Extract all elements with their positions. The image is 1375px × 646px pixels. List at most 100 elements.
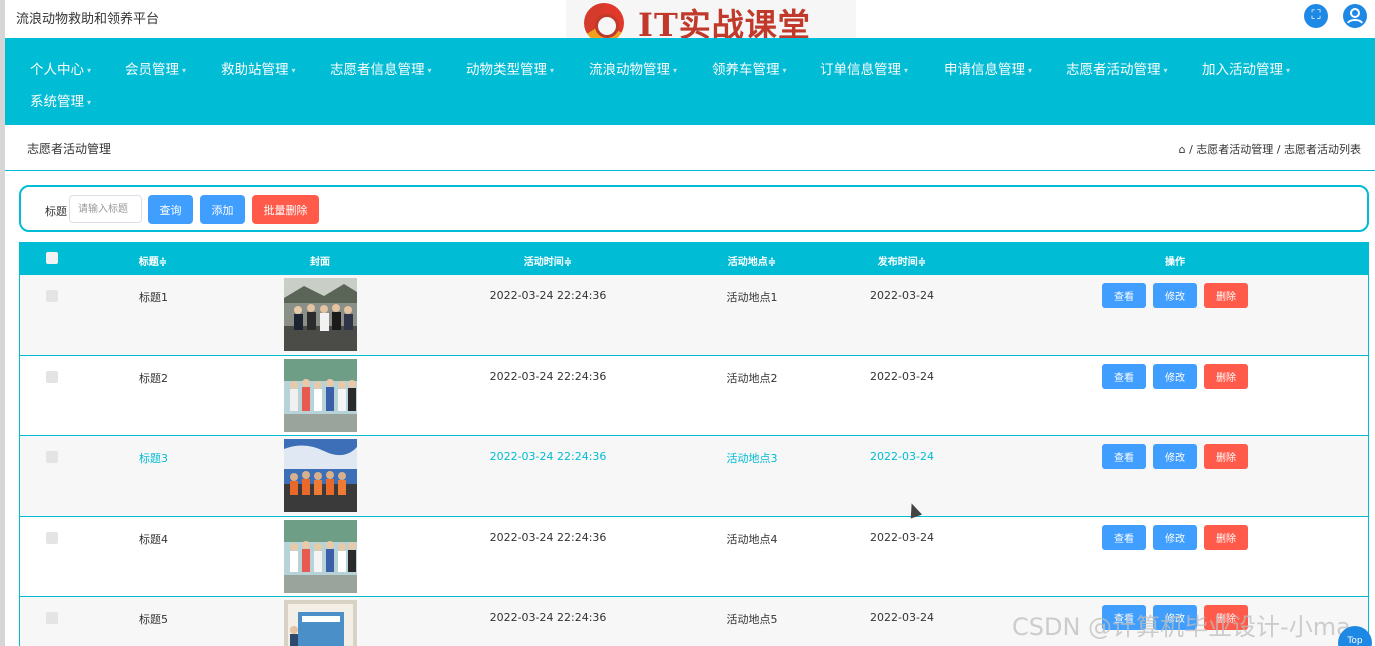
nav-item-stray-animal[interactable]: 流浪动物管理 ▾ xyxy=(589,58,677,78)
row-activity-time: 2022-03-24 22:24:36 xyxy=(489,450,607,463)
row-activity-place: 活动地点1 xyxy=(726,291,778,304)
chevron-down-icon: ▾ xyxy=(1028,65,1033,75)
row-publish-time: 2022-03-24 xyxy=(870,530,934,544)
activity-table: 标题≑ 封面 活动时间≑ 活动地点≑ 发布时间≑ 操作 标题1 2022-03-… xyxy=(19,242,1369,646)
nav-item-adoption-cart[interactable]: 领养车管理 ▾ xyxy=(712,58,787,78)
batch-delete-button[interactable]: 批量删除 xyxy=(252,195,319,224)
table-row: 标题4 2022-03-24 22:24:36 活动地点4 2022-03-24… xyxy=(20,516,1368,597)
header-publish[interactable]: 发布时间≑ xyxy=(878,253,926,268)
edit-button[interactable]: 修改 xyxy=(1153,363,1197,389)
table-header: 标题≑ 封面 活动时间≑ 活动地点≑ 发布时间≑ 操作 xyxy=(20,242,1368,275)
delete-button[interactable]: 删除 xyxy=(1204,524,1248,550)
table-row: 标题2 2022-03-24 22:24:36 活动地点2 2022-03-24… xyxy=(20,355,1368,436)
search-panel: 标题 查询 添加 批量删除 xyxy=(19,185,1369,232)
edit-button[interactable]: 修改 xyxy=(1153,283,1197,308)
cover-image xyxy=(284,278,357,351)
nav-item-personal-center[interactable]: 个人中心 ▾ xyxy=(30,58,91,78)
header-cover: 封面 xyxy=(310,257,330,268)
cover-image xyxy=(284,519,357,593)
row-title: 标题5 xyxy=(139,613,168,626)
csdn-watermark: CSDN @计算机毕业设计-小ma xyxy=(1012,613,1351,641)
nav-item-label: 救助站管理 xyxy=(221,62,289,78)
nav-item-member[interactable]: 会员管理 ▾ xyxy=(125,58,186,78)
chevron-down-icon: ▾ xyxy=(1163,65,1168,75)
row-checkbox[interactable] xyxy=(46,531,58,544)
add-button[interactable]: 添加 xyxy=(200,195,245,224)
breadcrumb-bar: 志愿者活动管理 ⌂ / 志愿者活动管理 / 志愿者活动列表 xyxy=(5,125,1375,171)
row-activity-place: 活动地点4 xyxy=(726,532,778,546)
home-icon[interactable]: ⌂ xyxy=(1179,143,1186,156)
cover-image xyxy=(284,439,357,512)
row-publish-time: 2022-03-24 xyxy=(870,289,934,302)
nav-item-volunteer-info[interactable]: 志愿者信息管理 ▾ xyxy=(330,58,432,78)
nav-item-label: 志愿者信息管理 xyxy=(330,62,425,78)
header-time[interactable]: 活动时间≑ xyxy=(524,253,572,268)
view-button[interactable]: 查看 xyxy=(1102,363,1146,389)
breadcrumb-path: / 志愿者活动管理 / 志愿者活动列表 xyxy=(1189,143,1361,156)
row-title: 标题2 xyxy=(139,371,168,385)
cover-image xyxy=(284,600,357,646)
logo-icon xyxy=(584,3,624,43)
row-publish-time: 2022-03-24 xyxy=(870,369,934,383)
delete-button[interactable]: 删除 xyxy=(1204,363,1248,389)
main-nav: 个人中心 ▾ 会员管理 ▾ 救助站管理 ▾ 志愿者信息管理 ▾ 动物类型管理 ▾ 流浪动物… xyxy=(5,38,1375,125)
cover-image xyxy=(284,358,357,432)
row-checkbox[interactable] xyxy=(46,290,58,302)
nav-item-order-info[interactable]: 订单信息管理 ▾ xyxy=(820,58,908,78)
edit-button[interactable]: 修改 xyxy=(1153,524,1197,550)
select-all-checkbox[interactable] xyxy=(46,252,58,264)
row-publish-time: 2022-03-24 xyxy=(870,450,934,463)
app-title: 流浪动物救助和领养平台 xyxy=(16,12,160,27)
view-button[interactable]: 查看 xyxy=(1102,524,1146,550)
nav-item-label: 个人中心 xyxy=(30,62,84,78)
chevron-down-icon: ▾ xyxy=(1286,65,1291,75)
row-title: 标题3 xyxy=(139,452,168,465)
chevron-down-icon: ▾ xyxy=(904,65,909,75)
nav-item-label: 订单信息管理 xyxy=(820,62,901,78)
chevron-down-icon: ▾ xyxy=(87,97,92,107)
chevron-down-icon: ▾ xyxy=(182,65,187,75)
row-activity-time: 2022-03-24 22:24:36 xyxy=(489,611,607,624)
user-icon[interactable] xyxy=(1343,4,1367,28)
header-place[interactable]: 活动地点≑ xyxy=(728,253,776,268)
view-button[interactable]: 查看 xyxy=(1102,283,1146,308)
search-input[interactable] xyxy=(69,195,142,223)
delete-button[interactable]: 删除 xyxy=(1204,283,1248,308)
nav-item-label: 志愿者活动管理 xyxy=(1066,62,1161,78)
nav-item-application-info[interactable]: 申请信息管理 ▾ xyxy=(944,58,1032,78)
row-activity-place: 活动地点3 xyxy=(726,452,778,465)
row-checkbox[interactable] xyxy=(46,612,58,624)
nav-item-system[interactable]: 系统管理 ▾ xyxy=(30,90,91,110)
nav-item-label: 加入活动管理 xyxy=(1202,62,1283,78)
nav-item-label: 动物类型管理 xyxy=(466,62,547,78)
chevron-down-icon: ▾ xyxy=(427,65,432,75)
row-checkbox[interactable] xyxy=(46,370,58,383)
page-title: 志愿者活动管理 xyxy=(27,142,112,156)
row-activity-time: 2022-03-24 22:24:36 xyxy=(489,369,607,383)
row-activity-place: 活动地点5 xyxy=(726,613,778,626)
search-label: 标题 xyxy=(45,205,67,218)
header-title[interactable]: 标题≑ xyxy=(139,253,167,268)
nav-item-animal-type[interactable]: 动物类型管理 ▾ xyxy=(466,58,554,78)
nav-item-label: 会员管理 xyxy=(125,62,179,78)
nav-item-join-activity[interactable]: 加入活动管理 ▾ xyxy=(1202,58,1290,78)
chevron-down-icon: ▾ xyxy=(87,65,92,75)
query-button[interactable]: 查询 xyxy=(148,195,193,224)
nav-item-label: 申请信息管理 xyxy=(944,62,1025,78)
fullscreen-icon[interactable]: ⛶ xyxy=(1304,4,1328,28)
row-activity-place: 活动地点2 xyxy=(726,371,778,385)
delete-button[interactable]: 删除 xyxy=(1204,444,1248,469)
row-activity-time: 2022-03-24 22:24:36 xyxy=(489,530,607,544)
nav-item-rescue-station[interactable]: 救助站管理 ▾ xyxy=(221,58,296,78)
nav-item-volunteer-activity[interactable]: 志愿者活动管理 ▾ xyxy=(1066,58,1168,78)
row-checkbox[interactable] xyxy=(46,451,58,463)
row-publish-time: 2022-03-24 xyxy=(870,611,934,624)
edit-button[interactable]: 修改 xyxy=(1153,444,1197,469)
table-row: 标题1 2022-03-24 22:24:36 活动地点1 2022-03-24… xyxy=(20,275,1368,356)
view-button[interactable]: 查看 xyxy=(1102,444,1146,469)
table-row: 标题3 2022-03-24 22:24:36 活动地点3 2022-03-24… xyxy=(20,436,1368,517)
row-title: 标题4 xyxy=(139,532,168,546)
row-title: 标题1 xyxy=(139,291,168,304)
chevron-down-icon: ▾ xyxy=(673,65,678,75)
header-actions: 操作 xyxy=(1165,257,1185,268)
